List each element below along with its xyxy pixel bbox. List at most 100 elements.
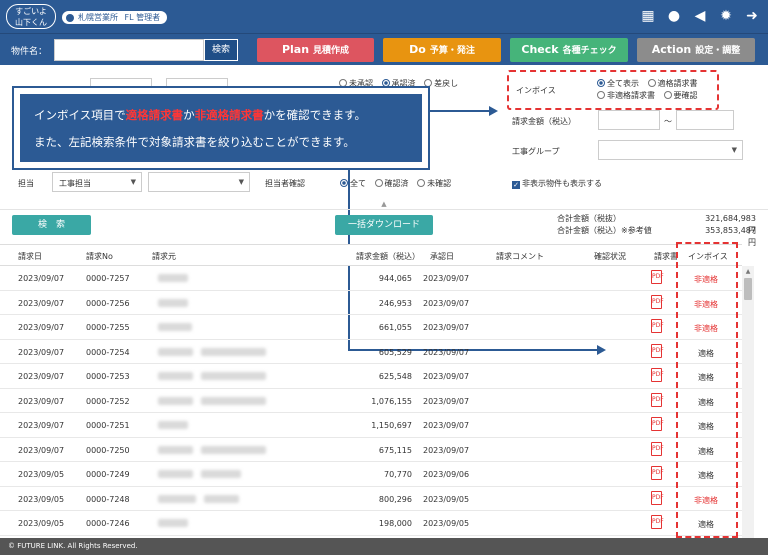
cell-no[interactable]: 0000-7253 — [86, 372, 130, 381]
redacted-vendor — [158, 396, 193, 405]
show-hidden-checkbox[interactable]: ✓ 非表示物件も表示する — [512, 178, 602, 189]
callout-body: インボイス項目で適格請求書か非適格請求書かを確認できます。 また、左記検索条件で… — [20, 94, 422, 162]
table-row[interactable]: 2023/09/07 0000-7257 944,065 2023/09/07 PDF 非… — [0, 266, 742, 291]
nav-plan-button[interactable]: Plan 見積作成 — [257, 38, 374, 62]
table-row[interactable]: 2023/09/07 0000-7250 675,115 2023/09/07 PDF 適… — [0, 438, 742, 462]
tanto-person-select[interactable]: ▼ — [148, 172, 250, 192]
pdf-icon[interactable]: PDF — [651, 515, 664, 529]
th-approved[interactable]: 承認日 — [430, 251, 454, 262]
cell-no[interactable]: 0000-7255 — [86, 323, 130, 332]
property-search-button[interactable]: 検索 — [204, 39, 238, 61]
pdf-icon[interactable]: PDF — [651, 270, 664, 284]
cell-no[interactable]: 0000-7256 — [86, 299, 130, 308]
th-date[interactable]: 請求日 — [18, 251, 42, 262]
redacted-vendor — [201, 396, 266, 405]
pdf-icon[interactable]: PDF — [651, 368, 664, 382]
pdf-icon[interactable]: PDF — [651, 466, 664, 480]
confirm-radio-all[interactable]: 全て — [340, 179, 366, 188]
cell-date: 2023/09/07 — [18, 445, 65, 455]
cell-no[interactable]: 0000-7251 — [86, 421, 130, 430]
tanto-select[interactable]: 工事担当 ▼ — [52, 172, 142, 192]
cell-no[interactable]: 0000-7249 — [86, 470, 130, 479]
cell-date: 2023/09/07 — [18, 372, 65, 381]
amount-to-input[interactable] — [676, 110, 734, 130]
table-header: 請求日 請求No 請求元 請求金額（税込） 承認日 請求コメント 確認状況 請求… — [0, 244, 742, 266]
chat-icon[interactable]: ● — [666, 8, 682, 24]
table-row[interactable]: 2023/09/05 0000-7246 198,000 2023/09/05 PDF 適… — [0, 511, 742, 536]
th-status[interactable]: 確認状況 — [594, 251, 626, 262]
cell-no[interactable]: 0000-7246 — [86, 519, 130, 528]
table-scrollbar[interactable]: ▲ — [742, 266, 754, 538]
cell-no[interactable]: 0000-7254 — [86, 348, 130, 357]
chevron-down-icon: ▼ — [731, 146, 737, 154]
confirm-radio-done[interactable]: 確認済 — [374, 179, 409, 188]
pdf-icon[interactable]: PDF — [651, 490, 664, 505]
table-row[interactable]: 2023/09/07 0000-7256 246,953 2023/09/07 PDF 非… — [0, 291, 742, 315]
scroll-thumb[interactable] — [744, 278, 752, 300]
pdf-icon[interactable]: PDF — [651, 392, 664, 407]
property-search-input[interactable] — [54, 39, 204, 61]
footer: © FUTURE LINK. All Rights Reserved. — [0, 538, 768, 555]
gear-icon[interactable]: ✹ — [718, 8, 734, 24]
top-bar: すごいよ 山下くん 札幌営業所 FL 管理者 ▦ ● ◀ ✹ ➜ — [0, 0, 768, 33]
table-row[interactable]: 2023/09/07 0000-7254 605,529 2023/09/07 PDF 適… — [0, 340, 742, 364]
group-select[interactable]: ▼ — [598, 140, 743, 160]
table-row[interactable]: 2023/09/05 0000-7248 800,296 2023/09/05 PDF 非… — [0, 487, 742, 511]
building-icon[interactable]: ▦ — [640, 8, 656, 24]
table-row[interactable]: 2023/09/05 0000-7249 70,770 2023/09/06 PDF 適格 — [0, 462, 742, 487]
cell-approved: 2023/09/07 — [423, 372, 470, 381]
pdf-icon[interactable]: PDF — [651, 319, 664, 333]
cell-approved: 2023/09/05 — [423, 519, 470, 528]
nav-action-label: 設定・調整 — [695, 46, 741, 56]
pdf-icon[interactable]: PDF — [651, 417, 664, 431]
pdf-icon[interactable]: PDF — [651, 343, 664, 358]
checkbox-checked-icon: ✓ — [512, 181, 520, 189]
cell-no[interactable]: 0000-7252 — [86, 397, 130, 406]
tanto-label: 担当 — [18, 179, 34, 188]
pdf-icon[interactable]: PDF — [651, 441, 664, 456]
th-doc[interactable]: 請求書 — [654, 251, 678, 262]
nav-do-button[interactable]: Do 予算・発注 — [383, 38, 501, 62]
nav-check-button[interactable]: Check 各種チェック — [510, 38, 628, 62]
nav-action-button[interactable]: Action 設定・調整 — [637, 38, 755, 62]
cell-amount: 944,065 — [378, 274, 412, 283]
cell-no[interactable]: 0000-7257 — [86, 274, 130, 283]
search-nav-bar: 物件名： 検索 Plan 見積作成 Do 予算・発注 Check 各種チェック Act… — [0, 33, 768, 65]
cell-amount: 246,953 — [378, 298, 412, 308]
table-row[interactable]: 2023/09/07 0000-7251 1,150,697 2023/09/07 PD… — [0, 413, 742, 438]
nav-do-big: Do — [409, 43, 426, 56]
logout-icon[interactable]: ➜ — [744, 8, 760, 24]
app-logo[interactable]: すごいよ 山下くん — [6, 4, 56, 29]
cell-date: 2023/09/07 — [18, 347, 65, 357]
table-row[interactable]: 2023/09/07 0000-7255 661,055 2023/09/07 PDF 非… — [0, 315, 742, 340]
cell-no[interactable]: 0000-7250 — [86, 446, 130, 455]
logo-line-2: 山下くん — [15, 18, 47, 27]
arrow-to-invoice-filter — [430, 110, 490, 112]
th-no[interactable]: 請求No — [86, 251, 113, 262]
collapse-toggle[interactable]: ▲ — [0, 200, 768, 210]
search-button[interactable]: 検 索 — [12, 215, 91, 235]
redacted-vendor — [158, 298, 188, 307]
bulk-download-button[interactable]: 一括ダウンロード — [335, 215, 433, 235]
confirm-radio-not[interactable]: 未確認 — [417, 179, 451, 188]
table-row[interactable]: 2023/09/07 0000-7252 1,076,155 2023/09/07 PD… — [0, 389, 742, 413]
th-comment[interactable]: 請求コメント — [496, 251, 544, 262]
redacted-vendor — [201, 445, 266, 454]
cell-no[interactable]: 0000-7248 — [86, 495, 130, 504]
redacted-vendor — [158, 323, 192, 331]
logo-line-1: すごいよ — [15, 7, 47, 16]
table-row[interactable]: 2023/09/07 0000-7253 625,548 2023/09/07 PDF 適… — [0, 364, 742, 389]
th-from[interactable]: 請求元 — [152, 251, 176, 262]
megaphone-icon[interactable]: ◀ — [692, 8, 708, 24]
amount-from-input[interactable] — [598, 110, 660, 130]
scroll-up-icon[interactable]: ▲ — [742, 268, 754, 275]
top-icons: ▦ ● ◀ ✹ ➜ — [640, 8, 760, 24]
show-hidden-label: 非表示物件も表示する — [522, 179, 602, 188]
redacted-vendor — [158, 519, 188, 527]
pdf-icon[interactable]: PDF — [651, 294, 664, 309]
cell-date: 2023/09/07 — [18, 421, 65, 430]
radio-icon — [374, 179, 383, 187]
cell-amount: 661,055 — [378, 323, 412, 332]
nav-check-big: Check — [521, 43, 559, 56]
th-amount[interactable]: 請求金額（税込） — [356, 251, 420, 262]
